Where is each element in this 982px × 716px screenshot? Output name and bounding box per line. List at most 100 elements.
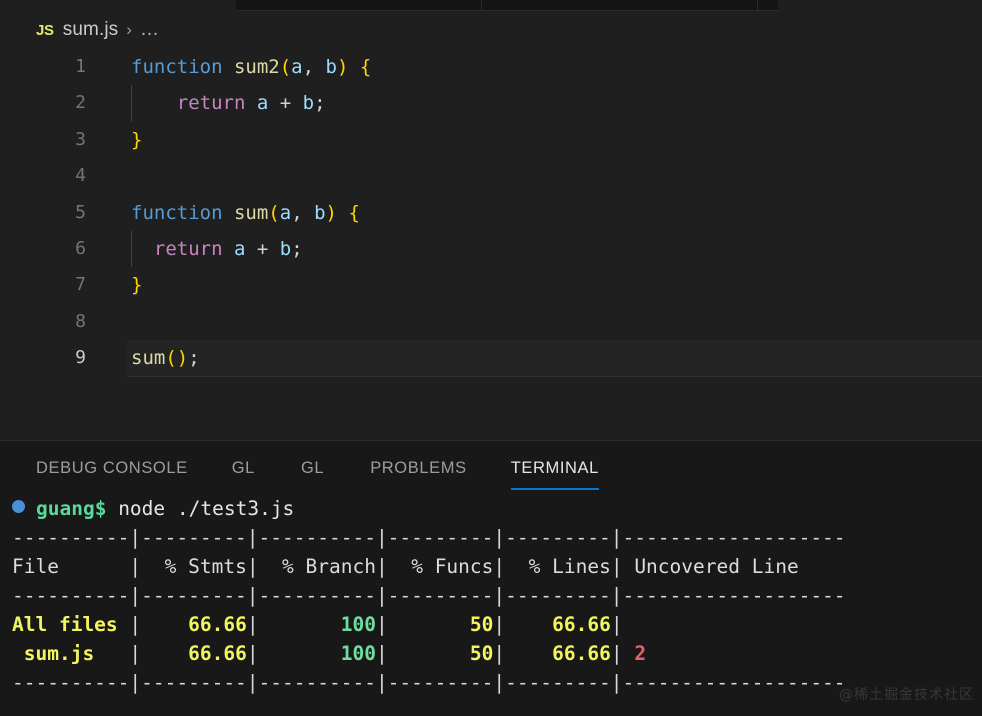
token-par: b [314, 202, 325, 224]
cell-branch: 100 [259, 642, 376, 665]
current-line-highlight [127, 340, 982, 376]
token-par: b [280, 238, 291, 260]
line-number: 7 [0, 267, 86, 303]
column-separator: | [493, 613, 505, 636]
cell-branch: 100 [259, 613, 376, 636]
code-lines[interactable]: 1function sum2(a, b) {2 return a + b;3}4… [0, 49, 982, 377]
token-par: a [257, 92, 268, 114]
coverage-table-rule-bottom: ----------|---------|----------|--------… [12, 668, 982, 697]
token-br1: { [360, 56, 371, 78]
column-separator: | [247, 555, 259, 578]
panel-tab-list[interactable]: DEBUG CONSOLE GL GL PROBLEMS TERMINAL [0, 441, 982, 495]
column-separator: | [129, 642, 141, 665]
token-fn: sum2 [234, 56, 280, 78]
token-par: a [280, 202, 291, 224]
cell-uncovered: 2 [623, 642, 646, 665]
column-separator: | [611, 555, 623, 578]
column-separator: | [376, 555, 388, 578]
panel-tab-gl-2[interactable]: GL [301, 459, 324, 490]
code-line[interactable]: 1function sum2(a, b) { [0, 49, 982, 85]
panel-tab-debug-console-0[interactable]: DEBUG CONSOLE [36, 459, 188, 490]
token-par: b [303, 92, 314, 114]
token-plain [131, 92, 177, 114]
code-line[interactable]: 7} [0, 267, 982, 303]
column-separator: | [376, 642, 388, 665]
chevron-right-icon: › [126, 20, 132, 40]
token-kw: function [131, 202, 234, 224]
table-rule: ----------|---------|----------|--------… [12, 526, 846, 549]
line-number: 6 [0, 231, 86, 267]
status-dot-icon [12, 500, 25, 513]
panel-tab-terminal-4[interactable]: TERMINAL [511, 459, 599, 490]
breadcrumb-file-name[interactable]: sum.js [63, 19, 119, 41]
column-header-branch: % Branch [259, 555, 376, 578]
token-br1: ( [268, 202, 279, 224]
code-line[interactable]: 5 function sum(a, b) { [0, 195, 982, 231]
column-separator: | [493, 642, 505, 665]
code-text: } [131, 267, 142, 303]
panel-tab-problems-3[interactable]: PROBLEMS [370, 459, 467, 490]
column-header-stmts: % Stmts [141, 555, 247, 578]
column-header-lines: % Lines [505, 555, 611, 578]
token-ctrl: return [154, 238, 223, 260]
column-separator: | [247, 613, 259, 636]
token-br1: ( [280, 56, 291, 78]
line-number: 3 [0, 122, 86, 158]
line-number: 2 [0, 85, 86, 121]
token-ctrl: return [177, 92, 246, 114]
token-plain: ; [291, 238, 302, 260]
cell-file: sum.js [12, 642, 129, 665]
coverage-table-rule-top: ----------|---------|----------|--------… [12, 523, 982, 552]
cell-funcs: 50 [388, 642, 494, 665]
cell-funcs: 50 [388, 613, 494, 636]
code-line[interactable]: 9 sum(); [0, 340, 982, 376]
token-plain: + [268, 92, 302, 114]
token-plain [245, 92, 256, 114]
token-br1: ) [326, 202, 337, 224]
column-header-funcs: % Funcs [388, 555, 494, 578]
token-fn: sum [234, 202, 268, 224]
terminal-output[interactable]: guang$ node ./test3.js ----------|-------… [0, 494, 982, 716]
column-separator: | [611, 642, 623, 665]
code-editor[interactable]: 1function sum2(a, b) {2 return a + b;3}4… [0, 49, 982, 440]
tab-strip-right-gap [778, 0, 982, 11]
line-number: 4 [0, 158, 86, 194]
tab-strip-left-gap [0, 0, 236, 11]
token-fn: sum [131, 347, 165, 369]
token-plain [131, 238, 154, 260]
token-br1: () [165, 347, 188, 369]
editor-tab-3[interactable] [758, 0, 778, 11]
column-separator: | [129, 555, 141, 578]
cell-stmts: 66.66 [141, 613, 247, 636]
code-line[interactable]: 4 [0, 158, 982, 194]
cell-stmts: 66.66 [141, 642, 247, 665]
editor-tab-strip [0, 0, 982, 11]
line-number: 8 [0, 304, 86, 340]
token-br1: } [131, 129, 142, 151]
panel-tab-gl-1[interactable]: GL [232, 459, 255, 490]
token-plain: ; [314, 92, 325, 114]
code-line[interactable]: 6 return a + b; [0, 231, 982, 267]
code-text: sum(); [131, 340, 200, 376]
terminal-prompt-line: guang$ node ./test3.js [12, 494, 982, 523]
breadcrumb-overflow[interactable]: … [140, 19, 160, 41]
code-text: function sum(a, b) { [131, 195, 360, 231]
column-header-file: File [12, 555, 129, 578]
code-line[interactable]: 2 return a + b; [0, 85, 982, 121]
code-line[interactable]: 3} [0, 122, 982, 158]
line-number: 5 [0, 195, 86, 231]
coverage-table-row: sum.js | 66.66| 100| 50| 66.66| 2 [12, 639, 982, 668]
token-br1: } [131, 274, 142, 296]
token-par: a [234, 238, 245, 260]
terminal-command: node ./test3.js [106, 497, 294, 520]
code-line[interactable]: 8 [0, 304, 982, 340]
editor-tab-1[interactable] [236, 0, 482, 11]
column-separator: | [611, 613, 623, 636]
vscode-window: JS sum.js › … 1function sum2(a, b) {2 re… [0, 0, 982, 716]
cell-lines: 66.66 [505, 613, 611, 636]
coverage-table-rule-middle: ----------|---------|----------|--------… [12, 581, 982, 610]
editor-tab-2[interactable] [482, 0, 758, 11]
line-number: 9 [0, 340, 86, 376]
token-plain [337, 202, 348, 224]
code-text: function sum2(a, b) { [131, 49, 371, 85]
